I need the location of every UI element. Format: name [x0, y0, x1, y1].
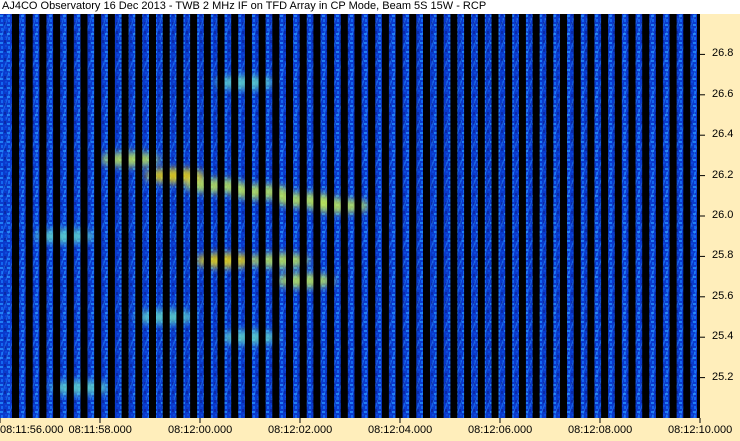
data-gap	[39, 14, 47, 418]
data-gap	[642, 14, 650, 418]
y-tick-label: 26.8	[712, 47, 734, 60]
data-gap	[231, 14, 239, 418]
x-tick-label: 08:12:06.000	[468, 424, 533, 436]
data-gap	[176, 14, 184, 418]
y-tick-label: 25.6	[712, 289, 734, 302]
data-gap	[368, 14, 376, 418]
data-gap	[655, 14, 663, 418]
data-gap	[546, 14, 554, 418]
data-gap	[560, 14, 567, 418]
data-gap	[423, 14, 430, 418]
data-gap	[107, 14, 115, 418]
data-gap	[573, 14, 581, 418]
data-gap	[149, 14, 156, 418]
data-gap	[669, 14, 677, 418]
data-gap	[340, 14, 348, 418]
data-gap	[587, 14, 595, 418]
data-gap	[203, 14, 211, 418]
x-tick-label: 08:11:56.000	[0, 424, 64, 436]
data-gap	[272, 14, 280, 418]
data-gap	[601, 14, 609, 418]
x-tick-label: 08:12:02.000	[268, 424, 333, 436]
data-gap	[258, 14, 266, 418]
data-gap	[53, 14, 61, 418]
data-gap	[477, 14, 485, 418]
plot-area	[0, 14, 700, 418]
data-gap	[354, 14, 362, 418]
data-gap	[190, 14, 198, 418]
data-gap	[436, 14, 444, 418]
data-gap	[217, 14, 225, 418]
data-gap	[683, 14, 691, 418]
spectrogram-chart	[0, 14, 740, 441]
data-gap	[518, 14, 526, 418]
x-tick-label: 08:12:00.000	[168, 424, 233, 436]
data-gap	[12, 14, 19, 418]
data-gap	[66, 14, 74, 418]
x-tick-label: 08:12:10.000	[668, 424, 733, 436]
data-gap	[94, 14, 102, 418]
y-tick-label: 26.2	[712, 168, 734, 181]
data-gap	[381, 14, 389, 418]
data-gap	[395, 14, 403, 418]
data-gap	[409, 14, 417, 418]
data-gap	[464, 14, 472, 418]
data-gap	[327, 14, 335, 418]
data-gap	[491, 14, 499, 418]
data-gap	[628, 14, 636, 418]
data-gap	[80, 14, 88, 418]
data-gap	[505, 14, 513, 418]
y-tick-label: 26.4	[712, 128, 734, 141]
plot-streaks	[0, 14, 700, 418]
data-gap	[162, 14, 170, 418]
data-gap	[244, 14, 252, 418]
y-tick-label: 26.6	[712, 87, 734, 100]
y-tick-label: 25.2	[712, 370, 734, 383]
x-tick-label: 08:12:04.000	[368, 424, 433, 436]
data-gap	[614, 14, 622, 418]
data-gap	[299, 14, 307, 418]
data-gap	[532, 14, 540, 418]
x-tick-label: 08:11:58.000	[68, 424, 132, 436]
data-gap	[450, 14, 458, 418]
data-gap	[135, 14, 143, 418]
y-tick-label: 25.4	[712, 330, 734, 343]
x-tick-label: 08:12:08.000	[568, 424, 633, 436]
data-gap	[25, 14, 33, 418]
y-tick-label: 25.8	[712, 249, 734, 262]
y-tick-label: 26.0	[712, 209, 734, 221]
data-gap	[286, 14, 293, 418]
data-gap	[121, 14, 129, 418]
data-gap	[313, 14, 321, 418]
